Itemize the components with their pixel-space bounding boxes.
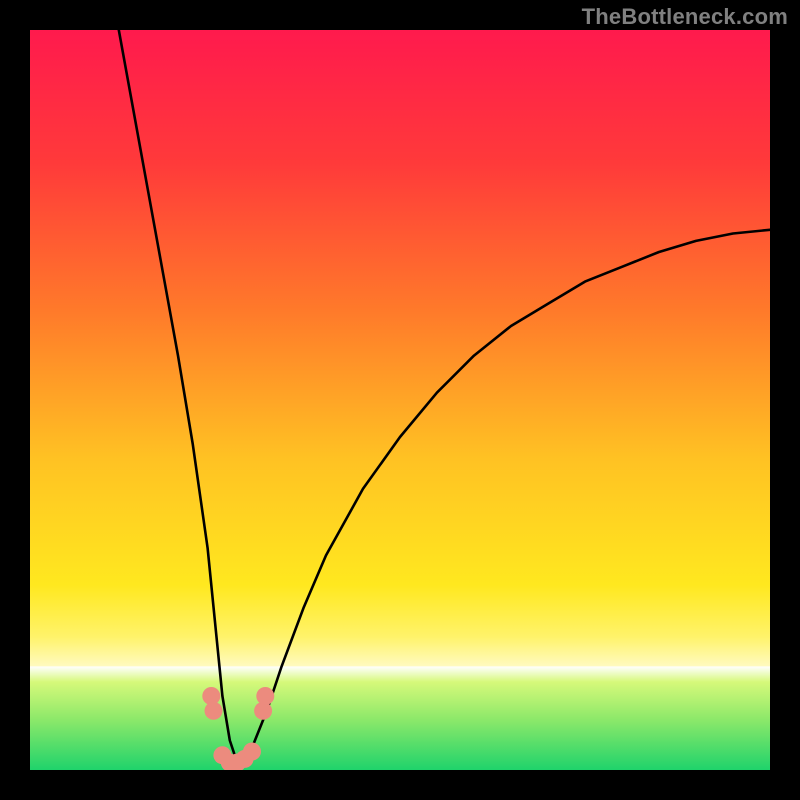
chart-frame: TheBottleneck.com [0, 0, 800, 800]
highlight-dot [256, 687, 274, 705]
bottleneck-curve [119, 30, 770, 763]
highlight-dot [243, 743, 261, 761]
highlight-dot [205, 702, 223, 720]
curve-layer [30, 30, 770, 770]
attribution-label: TheBottleneck.com [582, 4, 788, 30]
highlight-dots [202, 687, 274, 770]
plot-area [30, 30, 770, 770]
